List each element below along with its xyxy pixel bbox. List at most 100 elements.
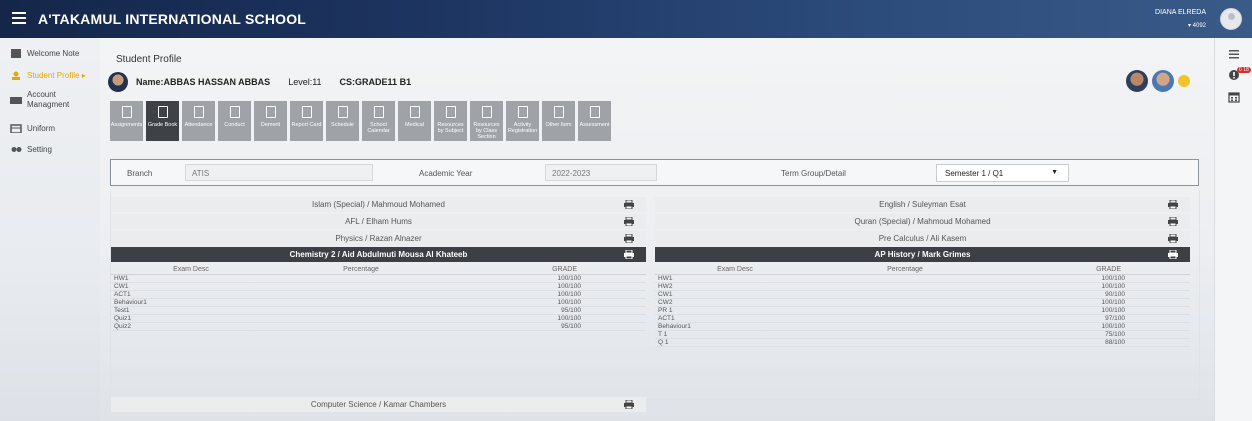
switch-student-icon[interactable]	[1178, 75, 1190, 87]
sibling-avatar[interactable]	[1152, 70, 1174, 92]
paperclip-icon	[445, 106, 456, 118]
tool-other-item[interactable]: Other Item	[542, 101, 575, 141]
printer-icon[interactable]	[1168, 233, 1178, 243]
student-level: Level:11	[288, 77, 322, 87]
student-info: Name:ABBAS HASSAN ABBAS Level:11 CS:GRAD…	[108, 71, 411, 93]
tool-schedule[interactable]: Schedule	[326, 101, 359, 141]
subject-row[interactable]: Quran (Special) / Mahmoud Mohamed	[655, 213, 1190, 229]
tool-grade-book[interactable]: Grade Book	[146, 101, 179, 141]
tool-conduct[interactable]: Conduct	[218, 101, 251, 141]
right-subject-column: English / Suleyman Esat Quran (Special) …	[655, 197, 1190, 348]
sibling-avatar[interactable]	[1126, 70, 1148, 92]
table-row: Quiz1 100/100	[111, 315, 646, 324]
table-row: HW1 100/100	[655, 275, 1190, 284]
table-row: Behaviour1 100/100	[111, 299, 646, 308]
sidebar-item-label: Uniform	[27, 124, 56, 133]
schedule-icon	[337, 106, 348, 118]
activity-icon	[517, 106, 528, 118]
grade-book-icon	[157, 106, 168, 118]
table-row: HW1 100/100	[111, 275, 646, 284]
account-icon	[10, 97, 22, 104]
tool-assignments[interactable]: Assignments	[110, 101, 143, 141]
subject-row[interactable]: Pre Calculus / Ali Kasem	[655, 230, 1190, 246]
attendance-icon	[193, 106, 204, 118]
sidebar: Welcome Note Student Profile ▸ Account M…	[0, 38, 100, 421]
sidebar-item-uniform[interactable]: Uniform	[10, 124, 55, 133]
sidebar-item-student-profile[interactable]: Student Profile ▸	[10, 71, 86, 80]
list-menu-icon[interactable]	[1228, 48, 1240, 60]
filter-bar: Branch ATIS Academic Year 2022-2023 Term…	[110, 159, 1199, 186]
tool-demerit[interactable]: Demerit	[254, 101, 287, 141]
academic-year-label: Academic Year	[419, 169, 473, 178]
tool-school-calendar[interactable]: School Calendar	[362, 101, 395, 141]
sidebar-item-label: Student Profile ▸	[27, 71, 86, 80]
table-row: CW1 100/100	[111, 283, 646, 292]
branch-field: ATIS	[185, 164, 373, 181]
tool-bar: Assignments Grade Book Attendance Conduc…	[110, 101, 614, 141]
tool-attendance[interactable]: Attendance	[182, 101, 215, 141]
tool-medical[interactable]: Medical	[398, 101, 431, 141]
grade-table-right: Exam Desc Percentage GRADE HW1 100/100 HW…	[655, 264, 1190, 348]
conduct-icon	[229, 106, 240, 118]
term-label: Term Group/Detail	[781, 169, 846, 178]
hamburger-menu-icon[interactable]	[12, 12, 26, 24]
printer-icon[interactable]	[1168, 200, 1178, 209]
table-row: CW2 100/100	[655, 299, 1190, 308]
grade-table-header: Exam Desc Percentage GRADE	[111, 264, 646, 276]
table-row: HW2 100/100	[655, 283, 1190, 292]
sidebar-item-label: Welcome Note	[27, 49, 80, 58]
student-icon	[12, 71, 20, 80]
calendar-icon[interactable]	[1228, 91, 1240, 103]
other-item-icon	[553, 106, 564, 118]
table-row: Quiz2 95/100	[111, 323, 646, 332]
printer-icon[interactable]	[1168, 250, 1178, 260]
table-row: Behaviour1 100/100	[655, 323, 1190, 332]
subject-row[interactable]: Islam (Special) / Mahmoud Mohamed	[111, 197, 646, 212]
notification-badge: 0 18	[1237, 67, 1251, 73]
page-title: Student Profile	[116, 54, 182, 65]
report-card-icon	[301, 106, 312, 118]
table-row: Test1 95/100	[111, 307, 646, 316]
student-name: Name:ABBAS HASSAN ABBAS	[136, 77, 271, 87]
user-code[interactable]: ▾ 4092	[1188, 22, 1206, 29]
term-select[interactable]: Semester 1 / Q1 ▼	[936, 164, 1069, 182]
tool-report-card[interactable]: Report Card	[290, 101, 323, 141]
printer-icon[interactable]	[1168, 216, 1178, 226]
table-row: PR 1 100/100	[655, 307, 1190, 316]
user-name[interactable]: DIANA ELREDA	[1155, 9, 1206, 16]
table-row: ACT1 97/100	[655, 315, 1190, 324]
subject-row-selected[interactable]: AP History / Mark Grimes	[655, 247, 1190, 263]
printer-icon[interactable]	[624, 250, 634, 260]
subject-row[interactable]: Computer Science / Kamar Chambers	[111, 397, 646, 412]
sidebar-item-welcome-note[interactable]: Welcome Note	[10, 49, 79, 58]
printer-icon[interactable]	[624, 216, 634, 226]
resources-icon	[481, 106, 492, 118]
tool-activity-registration[interactable]: Activity Registration	[506, 101, 539, 141]
subject-row[interactable]: Physics / Razan Alnazer	[111, 230, 646, 246]
tool-assessment[interactable]: Assessment	[578, 101, 611, 141]
table-row: CW1 90/100	[655, 291, 1190, 300]
medical-icon	[409, 106, 420, 118]
sidebar-item-setting[interactable]: Setting	[10, 145, 52, 154]
assignments-icon	[121, 106, 132, 118]
user-avatar[interactable]	[1220, 8, 1242, 30]
chevron-down-icon: ▼	[1051, 169, 1058, 176]
subject-row[interactable]: AFL / Elham Hums	[111, 213, 646, 229]
main-content: Student Profile Name:ABBAS HASSAN ABBAS …	[100, 38, 1214, 421]
subject-row-selected[interactable]: Chemistry 2 / Aid Abdulmuti Mousa Al Kha…	[111, 247, 646, 263]
tool-resources-by-subject[interactable]: Resources by Subject	[434, 101, 467, 141]
table-row: Q 1 88/100	[655, 339, 1190, 348]
printer-icon[interactable]	[624, 200, 634, 209]
grade-table-header: Exam Desc Percentage GRADE	[655, 264, 1190, 276]
table-row: ACT1 100/100	[111, 291, 646, 300]
tool-resources-by-class-section[interactable]: Resources by Class Section	[470, 101, 503, 141]
student-class: CS:GRADE11 B1	[339, 77, 412, 87]
term-select-value: Semester 1 / Q1	[945, 169, 1004, 178]
subject-row[interactable]: English / Suleyman Esat	[655, 197, 1190, 212]
sidebar-item-account-managment[interactable]: Account Managment	[10, 90, 90, 110]
academic-year-field: 2022-2023	[545, 164, 657, 181]
left-subject-column: Islam (Special) / Mahmoud Mohamed AFL / …	[111, 197, 646, 332]
printer-icon[interactable]	[624, 233, 634, 243]
note-icon	[11, 49, 21, 58]
printer-icon[interactable]	[624, 400, 634, 409]
